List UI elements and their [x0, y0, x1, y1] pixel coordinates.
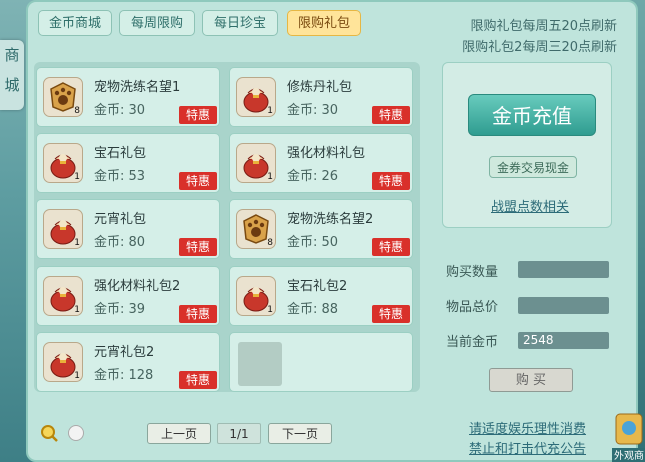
current-gold-label: 当前金币 — [446, 335, 499, 350]
reset-icon[interactable] — [68, 425, 84, 441]
buy-button[interactable]: 购 买 — [489, 368, 573, 392]
discount-tag: 特惠 — [372, 305, 410, 323]
notice-refresh-1: 限购礼包每周五20点刷新 — [470, 19, 617, 34]
item-count: 1 — [74, 238, 80, 248]
item-card[interactable]: 1 宝石礼包2 金币: 88 特惠 — [229, 266, 413, 326]
prev-page-button[interactable]: 上一页 — [147, 423, 211, 444]
side-tab-shop[interactable]: 商 城 — [0, 40, 24, 110]
item-card[interactable]: 1 元宵礼包2 金币: 128 特惠 — [36, 332, 220, 392]
side-tab-char-2: 城 — [4, 76, 20, 94]
tab-daily-treasure[interactable]: 每日珍宝 — [202, 10, 278, 36]
item-price: 金币: 88 — [287, 302, 339, 317]
quantity-label: 购买数量 — [446, 265, 499, 280]
gift-bag-icon: 1 — [43, 143, 83, 183]
page-indicator: 1/1 — [217, 423, 261, 444]
item-card[interactable]: 1 宝石礼包金币: 53 特惠 — [36, 133, 220, 193]
quantity-field[interactable] — [518, 261, 609, 278]
item-price: 金币: 30 — [287, 103, 339, 118]
item-name: 元宵礼包2 — [94, 345, 155, 360]
item-name: 宠物洗练名望2 — [287, 212, 374, 227]
item-name: 宝石礼包 — [94, 146, 147, 161]
side-tab-char-1: 商 — [4, 46, 20, 64]
item-name: 元宵礼包 — [94, 212, 147, 227]
item-price: 金币: 128 — [94, 368, 154, 383]
item-price: 金币: 39 — [94, 302, 146, 317]
item-name: 修炼丹礼包 — [287, 80, 353, 95]
discount-tag: 特惠 — [179, 172, 217, 190]
discount-tag: 特惠 — [372, 106, 410, 124]
item-price: 金币: 50 — [287, 235, 339, 250]
paw-badge-icon: 8 — [236, 209, 276, 249]
item-card-empty — [229, 332, 413, 392]
gift-bag-icon: 1 — [236, 276, 276, 316]
item-name: 宠物洗练名望1 — [94, 80, 181, 95]
item-count: 1 — [267, 305, 273, 315]
item-name: 强化材料礼包 — [287, 146, 366, 161]
item-name: 强化材料礼包2 — [94, 279, 181, 294]
discount-tag: 特惠 — [179, 106, 217, 124]
current-gold-value: 2548 — [518, 332, 609, 349]
discount-tag: 特惠 — [179, 305, 217, 323]
recharge-button[interactable]: 金币充值 — [468, 94, 596, 136]
discount-tag: 特惠 — [179, 238, 217, 256]
notice-refresh-2: 限购礼包2每周三20点刷新 — [462, 40, 617, 55]
gift-bag-icon: 1 — [236, 143, 276, 183]
paw-badge-icon: 8 — [43, 77, 83, 117]
item-count: 1 — [74, 371, 80, 381]
guild-points-link[interactable]: 战盟点数相关 — [491, 196, 569, 215]
item-price: 金币: 53 — [94, 169, 146, 184]
tab-limited-packs[interactable]: 限购礼包 — [287, 10, 361, 36]
gift-bag-icon: 1 — [43, 209, 83, 249]
item-count: 8 — [267, 238, 273, 248]
tab-weekly-limit[interactable]: 每周限购 — [119, 10, 195, 36]
item-count: 1 — [74, 172, 80, 182]
item-count: 1 — [267, 172, 273, 182]
item-card[interactable]: 1 强化材料礼包2 金币: 39 特惠 — [36, 266, 220, 326]
item-card[interactable]: 1 元宵礼包金币: 80 特惠 — [36, 199, 220, 259]
total-price-label: 物品总价 — [446, 300, 499, 315]
discount-tag: 特惠 — [372, 238, 410, 256]
appearance-shop-label: 外观商 — [614, 449, 644, 462]
appearance-shop-icon[interactable]: 外观商 — [612, 408, 645, 462]
item-name: 宝石礼包2 — [287, 279, 348, 294]
gift-bag-icon: 1 — [43, 342, 83, 382]
item-card[interactable]: 1 修炼丹礼包金币: 30 特惠 — [229, 67, 413, 127]
discount-tag: 特惠 — [372, 172, 410, 190]
item-price: 金币: 80 — [94, 235, 146, 250]
item-card[interactable]: 1 强化材料礼包 金币: 26 特惠 — [229, 133, 413, 193]
item-count: 8 — [74, 106, 80, 116]
empty-slot — [238, 342, 282, 386]
item-price: 金币: 30 — [94, 103, 146, 118]
gift-bag-icon: 1 — [43, 276, 83, 316]
exchange-button[interactable]: 金券交易现金 — [489, 156, 577, 178]
next-page-button[interactable]: 下一页 — [268, 423, 332, 444]
discount-tag: 特惠 — [179, 371, 217, 389]
item-price: 金币: 26 — [287, 169, 339, 184]
zoom-icon[interactable] — [39, 423, 59, 443]
item-card[interactable]: 8 宠物洗练名望2 金币: 50 特惠 — [229, 199, 413, 259]
total-price-field — [518, 297, 609, 314]
item-count: 1 — [267, 106, 273, 116]
moderation-notice-link[interactable]: 请适度娱乐理性消费 — [469, 418, 586, 437]
tab-gold-shop[interactable]: 金币商城 — [38, 10, 112, 36]
item-card[interactable]: 8 宠物洗练名望1 金币: 30 特惠 — [36, 67, 220, 127]
item-count: 1 — [74, 305, 80, 315]
gift-bag-icon: 1 — [236, 77, 276, 117]
anti-proxy-notice-link[interactable]: 禁止和打击代充公告 — [469, 438, 586, 457]
